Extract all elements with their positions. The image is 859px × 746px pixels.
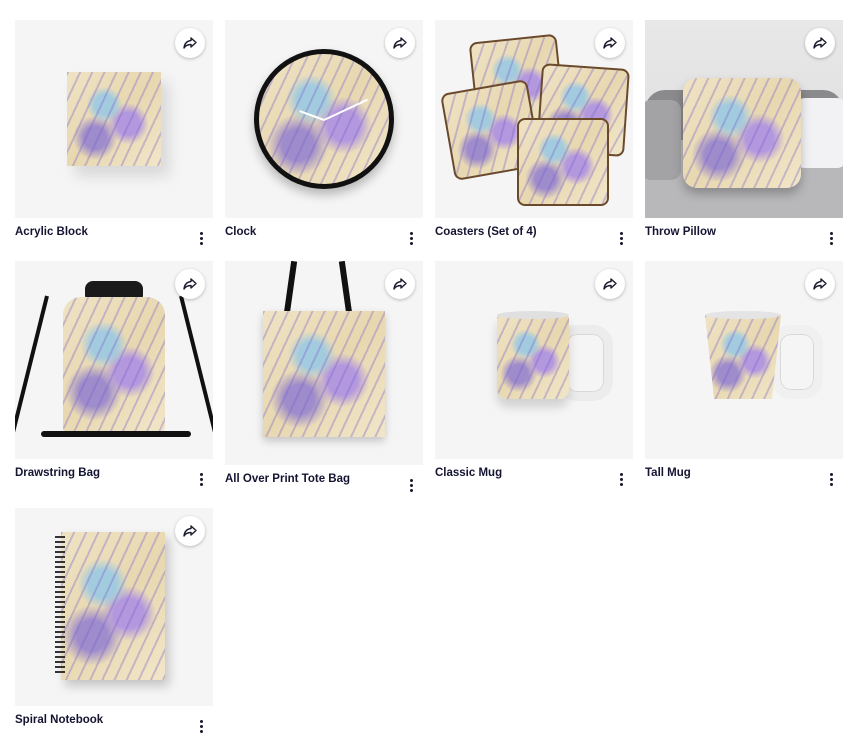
clock-image — [254, 49, 394, 189]
more-dot-icon — [619, 241, 623, 245]
more-options-button[interactable] — [823, 471, 839, 487]
product-title[interactable]: Classic Mug — [435, 467, 502, 479]
more-dot-icon — [199, 719, 203, 723]
share-arrow-icon — [183, 37, 197, 49]
share-button[interactable] — [805, 269, 835, 299]
more-dot-icon — [199, 231, 203, 235]
product-card-spiral-notebook[interactable]: Spiral Notebook — [15, 508, 213, 736]
share-arrow-icon — [183, 278, 197, 290]
product-card-clock[interactable]: Clock — [225, 20, 423, 248]
share-arrow-icon — [393, 37, 407, 49]
product-card-tall-mug[interactable]: Tall Mug — [645, 261, 843, 489]
more-options-button[interactable] — [403, 230, 419, 246]
product-card-throw-pillow[interactable]: Throw Pillow — [645, 20, 843, 248]
share-button[interactable] — [175, 516, 205, 546]
more-dot-icon — [619, 472, 623, 476]
more-dot-icon — [829, 477, 833, 481]
acrylic-block-image — [67, 72, 161, 166]
product-card-coasters[interactable]: Coasters (Set of 4) — [435, 20, 633, 248]
product-card-classic-mug[interactable]: Classic Mug — [435, 261, 633, 489]
product-card-drawstring-bag[interactable]: Drawstring Bag — [15, 261, 213, 489]
share-button[interactable] — [805, 28, 835, 58]
product-image[interactable] — [15, 20, 213, 218]
more-dot-icon — [199, 472, 203, 476]
product-image[interactable] — [645, 20, 843, 218]
more-dot-icon — [409, 488, 413, 492]
share-arrow-icon — [603, 278, 617, 290]
product-title[interactable]: Drawstring Bag — [15, 467, 100, 479]
more-dot-icon — [199, 729, 203, 733]
product-card-tote-bag[interactable]: All Over Print Tote Bag — [225, 261, 423, 495]
product-image[interactable] — [15, 508, 213, 706]
more-dot-icon — [619, 482, 623, 486]
more-options-button[interactable] — [613, 230, 629, 246]
more-dot-icon — [619, 236, 623, 240]
share-button[interactable] — [175, 269, 205, 299]
more-options-button[interactable] — [193, 471, 209, 487]
product-image[interactable] — [15, 261, 213, 459]
more-dot-icon — [829, 236, 833, 240]
more-dot-icon — [409, 241, 413, 245]
share-arrow-icon — [603, 37, 617, 49]
product-image[interactable] — [435, 261, 633, 459]
product-image[interactable] — [645, 261, 843, 459]
more-dot-icon — [199, 241, 203, 245]
more-options-button[interactable] — [403, 477, 419, 493]
more-options-button[interactable] — [823, 230, 839, 246]
more-dot-icon — [199, 482, 203, 486]
share-button[interactable] — [595, 269, 625, 299]
share-arrow-icon — [183, 525, 197, 537]
more-dot-icon — [409, 483, 413, 487]
more-dot-icon — [409, 478, 413, 482]
share-arrow-icon — [813, 37, 827, 49]
product-image[interactable] — [435, 20, 633, 218]
product-title[interactable]: Coasters (Set of 4) — [435, 226, 537, 238]
share-arrow-icon — [393, 278, 407, 290]
product-image[interactable] — [225, 20, 423, 218]
share-button[interactable] — [385, 28, 415, 58]
more-dot-icon — [199, 477, 203, 481]
product-title[interactable]: Tall Mug — [645, 467, 691, 479]
more-dot-icon — [199, 236, 203, 240]
more-dot-icon — [619, 231, 623, 235]
product-card-acrylic-block[interactable]: Acrylic Block — [15, 20, 213, 248]
share-button[interactable] — [385, 269, 415, 299]
product-title[interactable]: Clock — [225, 226, 256, 238]
more-dot-icon — [829, 241, 833, 245]
share-arrow-icon — [813, 278, 827, 290]
more-dot-icon — [829, 231, 833, 235]
more-dot-icon — [409, 236, 413, 240]
more-options-button[interactable] — [613, 471, 629, 487]
more-dot-icon — [619, 477, 623, 481]
more-dot-icon — [199, 724, 203, 728]
product-title[interactable]: All Over Print Tote Bag — [225, 473, 350, 485]
more-dot-icon — [829, 482, 833, 486]
more-options-button[interactable] — [193, 718, 209, 734]
more-dot-icon — [409, 231, 413, 235]
share-button[interactable] — [175, 28, 205, 58]
share-button[interactable] — [595, 28, 625, 58]
product-image[interactable] — [225, 261, 423, 465]
more-options-button[interactable] — [193, 230, 209, 246]
product-title[interactable]: Spiral Notebook — [15, 714, 103, 726]
more-dot-icon — [829, 472, 833, 476]
product-title[interactable]: Throw Pillow — [645, 226, 716, 238]
product-title[interactable]: Acrylic Block — [15, 226, 88, 238]
